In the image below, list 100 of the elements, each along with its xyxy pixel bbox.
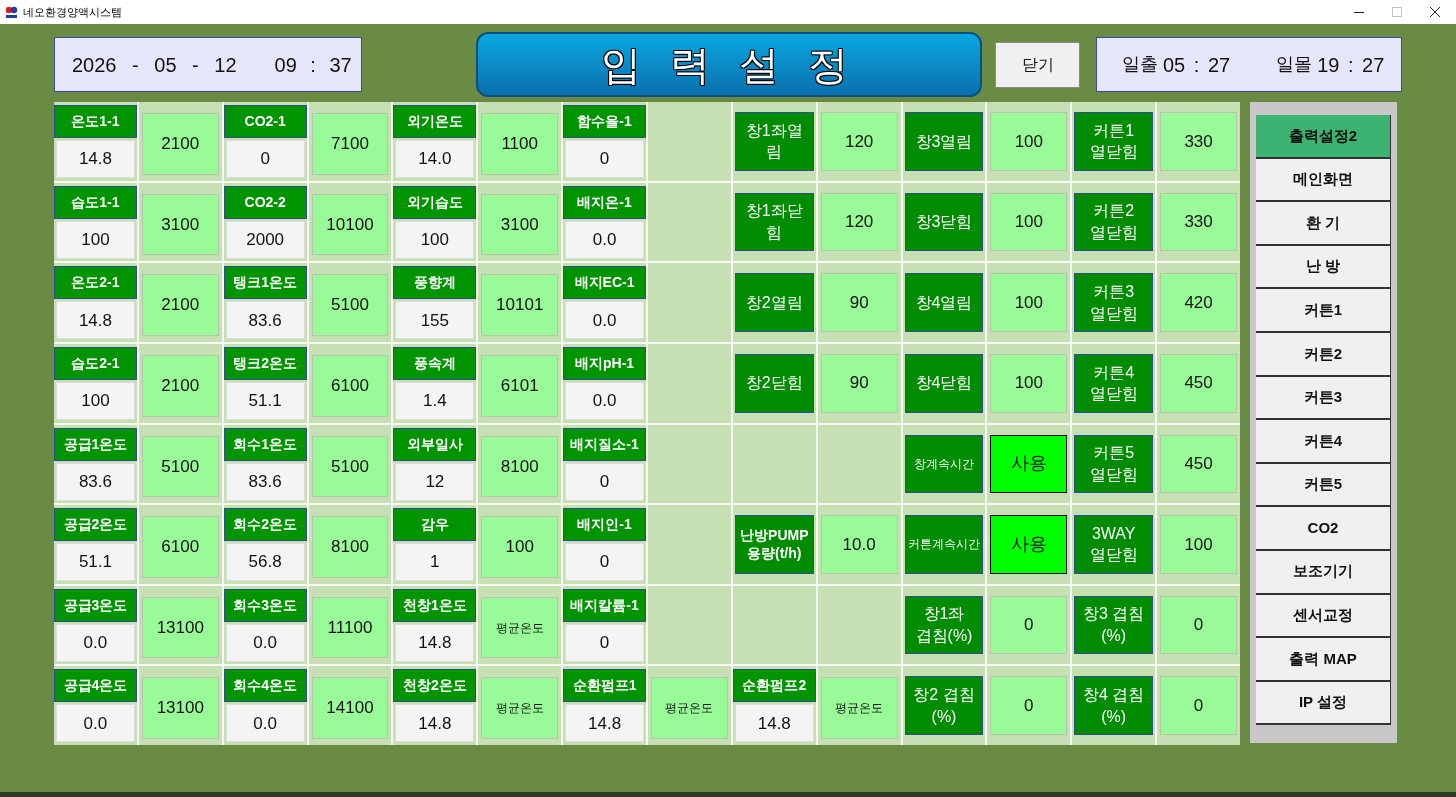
- output-value-field[interactable]: 100: [990, 353, 1068, 413]
- sensor-reading: 0: [565, 140, 644, 178]
- menu-item[interactable]: 커튼1: [1256, 289, 1391, 333]
- setting-field[interactable]: 13100: [141, 596, 219, 659]
- sensor-reading: 0.0: [565, 381, 644, 420]
- output-value-field[interactable]: 0: [990, 595, 1068, 655]
- sensor-label: 배지pH-1: [563, 346, 646, 380]
- sensor-reading: 14.8: [395, 704, 475, 743]
- sensor-reading: 0: [565, 543, 644, 582]
- output-label: 3WAY 열닫힘: [1074, 515, 1154, 574]
- sensor-label: 순환펌프1: [563, 669, 646, 703]
- minimize-icon: [1354, 11, 1364, 13]
- sensor-reading: 155: [395, 301, 475, 340]
- menu-item[interactable]: 메인화면: [1256, 158, 1391, 203]
- setting-field[interactable]: 2100: [141, 274, 219, 336]
- setting-field[interactable]: 평균온도: [481, 677, 559, 739]
- sensor-label: 탱크1온도: [223, 266, 307, 300]
- output-value-field[interactable]: 100: [1160, 515, 1237, 574]
- setting-field[interactable]: 5100: [311, 274, 389, 336]
- menu-item[interactable]: 센서교정: [1256, 594, 1391, 639]
- date-text: 2026 - 05 - 12: [72, 52, 237, 78]
- output-value-field[interactable]: 100: [990, 273, 1068, 332]
- sensor-label: 공급2온도: [54, 508, 137, 542]
- sensor-reading: 0.0: [565, 220, 644, 259]
- setting-field[interactable]: 1100: [481, 113, 559, 175]
- output-label: 커튼5 열닫힘: [1074, 434, 1154, 494]
- setting-field[interactable]: 3100: [141, 193, 219, 256]
- setting-field[interactable]: 7100: [311, 113, 389, 175]
- menu-item[interactable]: 환 기: [1256, 202, 1391, 246]
- setting-field[interactable]: 5100: [311, 435, 389, 498]
- output-label: 커튼계속시간: [904, 515, 984, 574]
- menu-item[interactable]: 커튼3: [1256, 376, 1391, 421]
- use-toggle-button[interactable]: 사용: [990, 515, 1068, 574]
- sensor-label: 배지질소-1: [563, 427, 646, 461]
- sensor-label: 공급3온도: [54, 588, 137, 622]
- close-button[interactable]: 닫기: [995, 41, 1080, 88]
- output-label: 커튼2 열닫힘: [1074, 192, 1154, 252]
- output-value-field[interactable]: 0: [1160, 676, 1237, 735]
- sensor-reading: 83.6: [225, 462, 305, 501]
- close-icon: [1430, 7, 1440, 17]
- setting-field[interactable]: 100: [481, 516, 559, 578]
- output-value-field[interactable]: 450: [1160, 434, 1237, 494]
- output-value-field[interactable]: 100: [990, 192, 1068, 252]
- sensor-label: 습도2-1: [54, 346, 137, 380]
- sensor-reading: 83.6: [56, 462, 135, 501]
- setting-field[interactable]: 14100: [311, 677, 389, 739]
- output-value-field[interactable]: 420: [1160, 273, 1237, 332]
- use-toggle-button[interactable]: 사용: [990, 434, 1068, 494]
- menu-item[interactable]: 커튼4: [1256, 420, 1391, 464]
- menu-item[interactable]: 출력설정2: [1256, 115, 1391, 159]
- sensor-reading: 14.8: [565, 704, 644, 743]
- output-value-field[interactable]: 10.0: [820, 515, 898, 574]
- menu-item[interactable]: 커튼2: [1256, 332, 1391, 377]
- output-value-field[interactable]: 450: [1160, 353, 1237, 413]
- output-label: 커튼4 열닫힘: [1074, 353, 1154, 413]
- sensor-reading: 0: [225, 140, 305, 178]
- setting-field[interactable]: 평균온도: [820, 677, 898, 739]
- setting-field[interactable]: 3100: [481, 193, 559, 256]
- output-label: 난방PUMP 용량(t/h): [734, 515, 814, 574]
- setting-field[interactable]: 10101: [481, 274, 559, 336]
- sun-label: 일출: [1122, 53, 1158, 76]
- setting-field[interactable]: 6100: [141, 516, 219, 578]
- setting-field[interactable]: 13100: [141, 677, 219, 739]
- setting-field[interactable]: 2100: [141, 113, 219, 175]
- sensor-label: CO2-1: [223, 105, 307, 138]
- menu-item[interactable]: 출력 MAP: [1256, 638, 1391, 682]
- setting-field[interactable]: 6101: [481, 354, 559, 417]
- output-label: 창3닫힘: [904, 192, 984, 252]
- sensor-reading: 14.0: [395, 140, 475, 178]
- output-value-field[interactable]: 330: [1160, 112, 1237, 171]
- setting-field[interactable]: 11100: [311, 596, 389, 659]
- menu-item[interactable]: 보조기기: [1256, 550, 1391, 595]
- output-value-field[interactable]: 120: [820, 112, 898, 171]
- output-value-field[interactable]: 100: [990, 112, 1068, 171]
- output-value-field[interactable]: 90: [820, 273, 898, 332]
- setting-field[interactable]: 8100: [311, 516, 389, 578]
- output-label: 창계속시간: [904, 434, 984, 494]
- setting-field[interactable]: 6100: [311, 354, 389, 417]
- output-label: 창2닫힘: [734, 353, 814, 413]
- setting-field[interactable]: 10100: [311, 193, 389, 256]
- menu-item[interactable]: 커튼5: [1256, 463, 1391, 508]
- setting-field[interactable]: 2100: [141, 354, 219, 417]
- menu-item[interactable]: CO2: [1256, 507, 1391, 551]
- output-value-field[interactable]: 0: [990, 676, 1068, 735]
- setting-field[interactable]: 5100: [141, 435, 219, 498]
- output-label: 창1좌열림: [734, 112, 814, 171]
- sensor-label: 천창2온도: [393, 669, 477, 703]
- menu-item[interactable]: 난 방: [1256, 245, 1391, 290]
- output-value-field[interactable]: 90: [820, 353, 898, 413]
- output-value-field[interactable]: 330: [1160, 192, 1237, 252]
- menu-item[interactable]: IP 설정: [1256, 681, 1391, 726]
- setting-field[interactable]: 평균온도: [481, 596, 559, 659]
- setting-field[interactable]: 8100: [481, 435, 559, 498]
- output-value-field[interactable]: 0: [1160, 595, 1237, 655]
- setting-field[interactable]: 평균온도: [651, 677, 728, 739]
- output-label: 창3열림: [904, 112, 984, 171]
- output-value-field[interactable]: 120: [820, 192, 898, 252]
- sensor-label: 외기온도: [393, 105, 477, 138]
- sensor-reading: 1: [395, 543, 475, 582]
- sensor-reading: 14.8: [56, 301, 135, 340]
